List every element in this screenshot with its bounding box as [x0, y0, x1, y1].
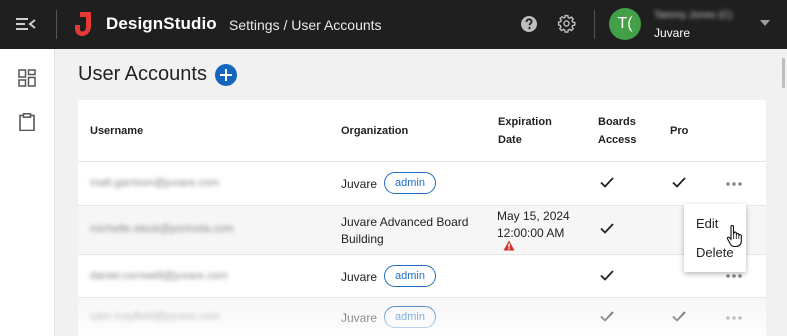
username-cell: daniel.cornwell@juvare.com — [90, 270, 228, 282]
breadcrumb-separator: / — [279, 17, 292, 33]
more-actions-icon[interactable] — [725, 272, 743, 280]
hand-pointer-icon — [726, 225, 742, 248]
admin-badge[interactable]: admin — [384, 172, 436, 194]
menu-item-edit[interactable]: Edit — [696, 216, 718, 231]
expiration-time-cell: 12:00:00 AM — [497, 226, 565, 240]
topbar-divider — [594, 10, 595, 39]
top-bar: DesignStudio Settings / User Accounts T(… — [0, 0, 787, 49]
designstudio-logo-icon[interactable] — [74, 12, 92, 36]
side-nav — [0, 49, 55, 336]
organization-cell-line2: Building — [341, 232, 384, 246]
vertical-scrollbar[interactable] — [782, 58, 785, 88]
username-cell: matt.garrison@juvare.com — [90, 177, 220, 189]
column-header-boards-line1: Boards — [598, 116, 636, 128]
table-row[interactable]: sam.mayfield@juvare.com Juvare admin — [78, 298, 766, 336]
app-name[interactable]: DesignStudio — [106, 14, 217, 34]
more-actions-icon[interactable] — [725, 314, 743, 322]
table-row[interactable]: michelle.steck@portnola.com Juvare Advan… — [78, 206, 766, 255]
clipboard-icon[interactable] — [18, 113, 36, 131]
page-title: User Accounts — [78, 63, 207, 85]
admin-badge[interactable]: admin — [384, 306, 436, 328]
check-icon — [672, 177, 686, 188]
column-header-expiration-line1: Expiration — [498, 116, 552, 128]
check-icon — [600, 311, 614, 322]
check-icon — [600, 270, 614, 281]
user-name[interactable]: Tammy Jones (C) — [654, 10, 732, 21]
column-header-expiration[interactable]: Expiration Date — [498, 113, 552, 149]
help-icon[interactable] — [520, 15, 538, 33]
user-accounts-table: Username Organization Expiration Date Bo… — [78, 100, 766, 336]
column-header-boards-line2: Access — [598, 134, 637, 146]
breadcrumb: Settings / User Accounts — [229, 17, 382, 33]
expiration-date-cell: May 15, 2024 — [497, 209, 570, 223]
username-cell: sam.mayfield@juvare.com — [90, 311, 220, 323]
collapse-menu-icon[interactable] — [16, 16, 36, 32]
dashboard-icon[interactable] — [18, 69, 36, 87]
table-row[interactable]: matt.garrison@juvare.com Juvare admin — [78, 162, 766, 206]
warning-icon — [503, 240, 515, 251]
user-organization[interactable]: Juvare — [654, 26, 690, 40]
check-icon — [600, 177, 614, 188]
column-header-pro[interactable]: Pro — [670, 122, 688, 140]
breadcrumb-settings[interactable]: Settings — [229, 17, 280, 33]
column-header-boards-access[interactable]: Boards Access — [598, 113, 637, 149]
topbar-divider — [56, 10, 57, 39]
gear-icon[interactable] — [557, 14, 576, 33]
avatar[interactable]: T( — [609, 8, 641, 40]
username-cell: michelle.steck@portnola.com — [90, 223, 234, 235]
column-header-expiration-line2: Date — [498, 134, 522, 146]
more-actions-icon[interactable] — [725, 180, 743, 188]
check-icon — [600, 223, 614, 234]
breadcrumb-current: User Accounts — [291, 17, 382, 33]
organization-cell: Juvare — [341, 270, 378, 284]
table-row[interactable]: daniel.cornwell@juvare.com Juvare admin — [78, 255, 766, 298]
add-user-button[interactable] — [215, 64, 237, 86]
column-header-username[interactable]: Username — [90, 122, 143, 140]
column-header-organization[interactable]: Organization — [341, 122, 408, 140]
check-icon — [672, 311, 686, 322]
organization-cell: Juvare Advanced Board — [341, 215, 469, 229]
organization-cell: Juvare — [341, 311, 378, 325]
chevron-down-icon[interactable] — [760, 20, 770, 26]
admin-badge[interactable]: admin — [384, 265, 436, 287]
organization-cell: Juvare — [341, 177, 378, 191]
